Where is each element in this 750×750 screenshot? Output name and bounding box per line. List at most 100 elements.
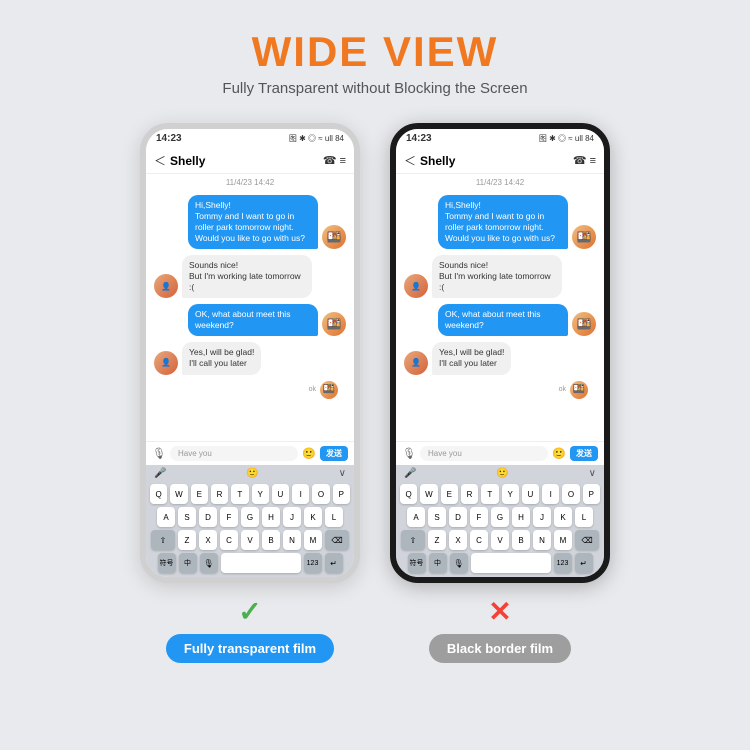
key-v-r[interactable]: V [491, 530, 509, 550]
key-s-r[interactable]: S [428, 507, 446, 527]
key-u-r[interactable]: U [522, 484, 539, 504]
key-b[interactable]: B [262, 530, 280, 550]
key-x[interactable]: X [199, 530, 217, 550]
key-123-left[interactable]: 123 [304, 553, 322, 573]
key-h[interactable]: H [262, 507, 280, 527]
key-g[interactable]: G [241, 507, 259, 527]
key-o[interactable]: O [312, 484, 329, 504]
kb-row-3-right: ⇧ Z X C V B N M ⌫ [400, 530, 600, 550]
label-right: ✕ Black border film [429, 595, 571, 663]
keyboard-right: Q W E R T Y U I O P A S D F G H [396, 482, 604, 577]
bubble-sent-1: Hi,Shelly!Tommy and I want to go in roll… [188, 195, 318, 249]
key-mic-right[interactable]: 🎙 [450, 553, 468, 573]
key-m[interactable]: M [304, 530, 322, 550]
key-p-r[interactable]: P [583, 484, 600, 504]
key-123-right[interactable]: 123 [554, 553, 572, 573]
key-a-r[interactable]: A [407, 507, 425, 527]
avatar-user-1: 👤 [154, 274, 178, 298]
key-e[interactable]: E [191, 484, 208, 504]
key-l-r[interactable]: L [575, 507, 593, 527]
key-del-right[interactable]: ⌫ [575, 530, 599, 550]
kb-row-2-left: A S D F G H J K L [150, 507, 350, 527]
key-j-r[interactable]: J [533, 507, 551, 527]
msg-sent-1: 🍱 Hi,Shelly!Tommy and I want to go in ro… [154, 195, 346, 249]
key-s[interactable]: S [178, 507, 196, 527]
key-a[interactable]: A [157, 507, 175, 527]
key-d-r[interactable]: D [449, 507, 467, 527]
key-j[interactable]: J [283, 507, 301, 527]
status-bar-left: 14:23 图 ✱ ◎ ≈ ull 84 [146, 129, 354, 148]
avatar-food-r2: 🍱 [572, 312, 596, 336]
key-x-r[interactable]: X [449, 530, 467, 550]
chat-header-right: ＜ Shelly ☎ ≡ [396, 148, 604, 174]
key-n[interactable]: N [283, 530, 301, 550]
key-q-r[interactable]: Q [400, 484, 417, 504]
key-mic-left[interactable]: 🎙 [200, 553, 218, 573]
key-q[interactable]: Q [150, 484, 167, 504]
key-shift-right[interactable]: ⇧ [401, 530, 425, 550]
key-c[interactable]: C [220, 530, 238, 550]
key-u[interactable]: U [272, 484, 289, 504]
key-zh-left[interactable]: 中 [179, 553, 197, 573]
key-e-r[interactable]: E [441, 484, 458, 504]
bubble-sent-2: OK, what about meet this weekend? [188, 304, 318, 336]
key-i-r[interactable]: I [542, 484, 559, 504]
chat-name-left: Shelly [170, 154, 323, 168]
key-z[interactable]: Z [178, 530, 196, 550]
key-k-r[interactable]: K [554, 507, 572, 527]
key-enter-right[interactable]: ↵ [575, 553, 593, 573]
key-o-r[interactable]: O [562, 484, 579, 504]
key-f-r[interactable]: F [470, 507, 488, 527]
avatar-user-r2: 👤 [404, 351, 428, 375]
key-space-left[interactable] [221, 553, 301, 573]
key-w-r[interactable]: W [420, 484, 437, 504]
key-m-r[interactable]: M [554, 530, 572, 550]
key-zh-right[interactable]: 中 [429, 553, 447, 573]
key-i[interactable]: I [292, 484, 309, 504]
key-h-r[interactable]: H [512, 507, 530, 527]
input-field-right[interactable]: Have you [420, 446, 548, 461]
send-button-left[interactable]: 发送 [320, 446, 348, 461]
key-v[interactable]: V [241, 530, 259, 550]
chat-header-left: ＜ Shelly ☎ ≡ [146, 148, 354, 174]
input-field-left[interactable]: Have you [170, 446, 298, 461]
key-l[interactable]: L [325, 507, 343, 527]
key-y-r[interactable]: Y [502, 484, 519, 504]
key-t[interactable]: T [231, 484, 248, 504]
kb-row-1-right: Q W E R T Y U I O P [400, 484, 600, 504]
key-z-r[interactable]: Z [428, 530, 446, 550]
key-k[interactable]: K [304, 507, 322, 527]
key-r[interactable]: R [211, 484, 228, 504]
header: WIDE VIEW Fully Transparent without Bloc… [222, 0, 527, 105]
bubble-received-1: Sounds nice!But I'm working late tomorro… [182, 255, 312, 298]
msg-received-r2: 👤 Yes,I will be glad!I'll call you later [404, 342, 596, 374]
key-p[interactable]: P [333, 484, 350, 504]
input-bar-left[interactable]: 🎙 Have you 🙂 发送 [146, 441, 354, 465]
key-g-r[interactable]: G [491, 507, 509, 527]
key-b-r[interactable]: B [512, 530, 530, 550]
input-bar-right[interactable]: 🎙 Have you 🙂 发送 [396, 441, 604, 465]
key-fuhao-right[interactable]: 符号 [408, 553, 426, 573]
keyboard-top-left: 🎤 🙂 ∨ [146, 465, 354, 482]
key-d[interactable]: D [199, 507, 217, 527]
key-f[interactable]: F [220, 507, 238, 527]
key-n-r[interactable]: N [533, 530, 551, 550]
key-y[interactable]: Y [252, 484, 269, 504]
key-r-r[interactable]: R [461, 484, 478, 504]
key-enter-left[interactable]: ↵ [325, 553, 343, 573]
badge-right: Black border film [429, 634, 571, 663]
avatar-user-2: 👤 [154, 351, 178, 375]
key-fuhao-left[interactable]: 符号 [158, 553, 176, 573]
key-c-r[interactable]: C [470, 530, 488, 550]
key-del-left[interactable]: ⌫ [325, 530, 349, 550]
kb-row-2-right: A S D F G H J K L [400, 507, 600, 527]
key-space-right[interactable] [471, 553, 551, 573]
kb-emoji-left: 🙂 [246, 468, 258, 479]
status-icons-right: 图 ✱ ◎ ≈ ull 84 [539, 133, 594, 144]
key-shift-left[interactable]: ⇧ [151, 530, 175, 550]
key-t-r[interactable]: T [481, 484, 498, 504]
emoji-icon-left: 🙂 [302, 447, 316, 460]
ok-status-left: ok 🍱 [154, 381, 346, 399]
key-w[interactable]: W [170, 484, 187, 504]
send-button-right[interactable]: 发送 [570, 446, 598, 461]
